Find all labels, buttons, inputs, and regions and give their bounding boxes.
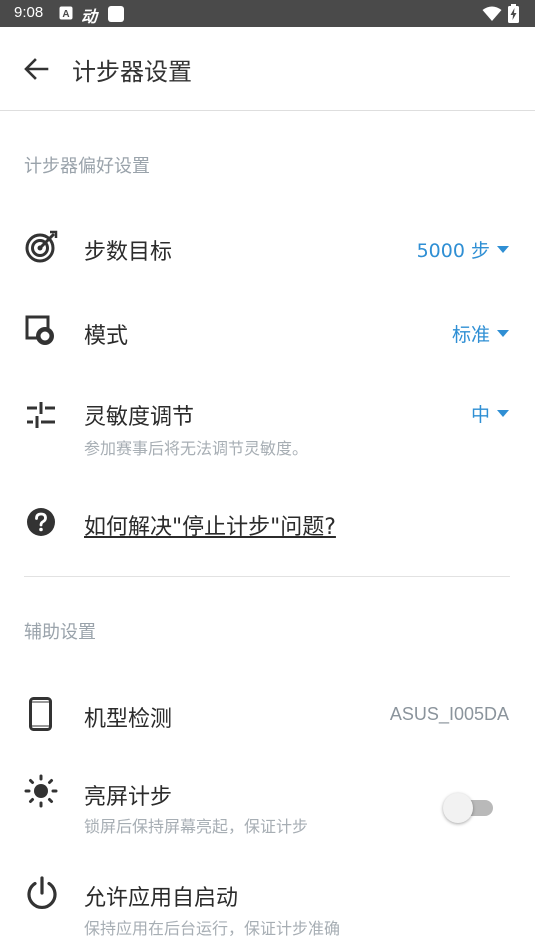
screen-on-subtitle: 锁屏后保持屏幕亮起，保证计步 [84, 817, 309, 836]
page-title: 计步器设置 [72, 58, 192, 86]
step-goal-dropdown[interactable]: 5000 步 [417, 236, 509, 263]
section-title-aux-settings: 辅助设置 [24, 622, 96, 643]
mode-shapes-icon [25, 315, 54, 345]
target-icon [25, 230, 58, 263]
back-arrow-icon[interactable] [20, 53, 52, 85]
status-time: 9:08 [14, 4, 44, 21]
brightness-sun-icon [24, 774, 58, 808]
sensitivity-value: 中 [470, 404, 490, 426]
screen-on-row[interactable]: 亮屏计步 锁屏后保持屏幕亮起，保证计步 [0, 760, 535, 852]
help-question-icon [27, 508, 55, 536]
power-icon [27, 876, 57, 909]
step-goal-value: 5000 步 [416, 240, 490, 262]
autostart-label: 允许应用自启动 [84, 886, 239, 911]
svg-text:A: A [62, 9, 69, 20]
device-model-value: ASUS_I005DA [389, 704, 509, 724]
notification-a-icon: A [59, 6, 73, 20]
step-goal-row[interactable]: 步数目标 5000 步 [0, 210, 535, 286]
help-link-row[interactable]: 如何解决"停止计步"问题? [0, 488, 535, 558]
sensitivity-subtitle: 参加赛事后将无法调节灵敏度。 [84, 439, 309, 458]
phone-icon [29, 697, 52, 731]
sensitivity-dropdown[interactable]: 中 [471, 400, 509, 427]
wifi-icon [482, 6, 502, 21]
section-title-pedometer-prefs: 计步器偏好设置 [24, 156, 150, 177]
sensitivity-label: 灵敏度调节 [84, 405, 195, 430]
battery-charging-icon [508, 4, 519, 23]
autostart-row[interactable]: 允许应用自启动 保持应用在后台运行，保证计步准确 [0, 862, 535, 951]
section-divider [24, 576, 510, 577]
sensitivity-row[interactable]: 灵敏度调节 中 参加赛事后将无法调节灵敏度。 [0, 376, 535, 466]
mode-value: 标准 [451, 324, 490, 346]
mode-row[interactable]: 模式 标准 [0, 293, 535, 369]
mode-dropdown[interactable]: 标准 [452, 320, 509, 347]
autostart-subtitle: 保持应用在后台运行，保证计步准确 [84, 919, 341, 938]
device-model-label: 机型检测 [84, 707, 173, 732]
status-bar: 9:08 A 动 [0, 0, 535, 27]
notification-square-icon [108, 6, 124, 22]
dropdown-caret-icon [497, 410, 509, 417]
help-link[interactable]: 如何解决"停止计步"问题? [84, 509, 336, 541]
tune-sliders-icon [27, 402, 55, 428]
screen-on-toggle[interactable] [443, 790, 495, 824]
dropdown-caret-icon [497, 246, 509, 253]
app-toolbar: 计步器设置 [0, 27, 535, 111]
toggle-thumb [443, 793, 473, 823]
device-model-row[interactable]: 机型检测 ASUS_I005DA [0, 676, 535, 752]
app-notification-icon: 动 [81, 7, 98, 26]
mode-label: 模式 [84, 324, 129, 349]
dropdown-caret-icon [497, 330, 509, 337]
step-goal-label: 步数目标 [84, 240, 173, 265]
screen-on-label: 亮屏计步 [84, 785, 173, 810]
